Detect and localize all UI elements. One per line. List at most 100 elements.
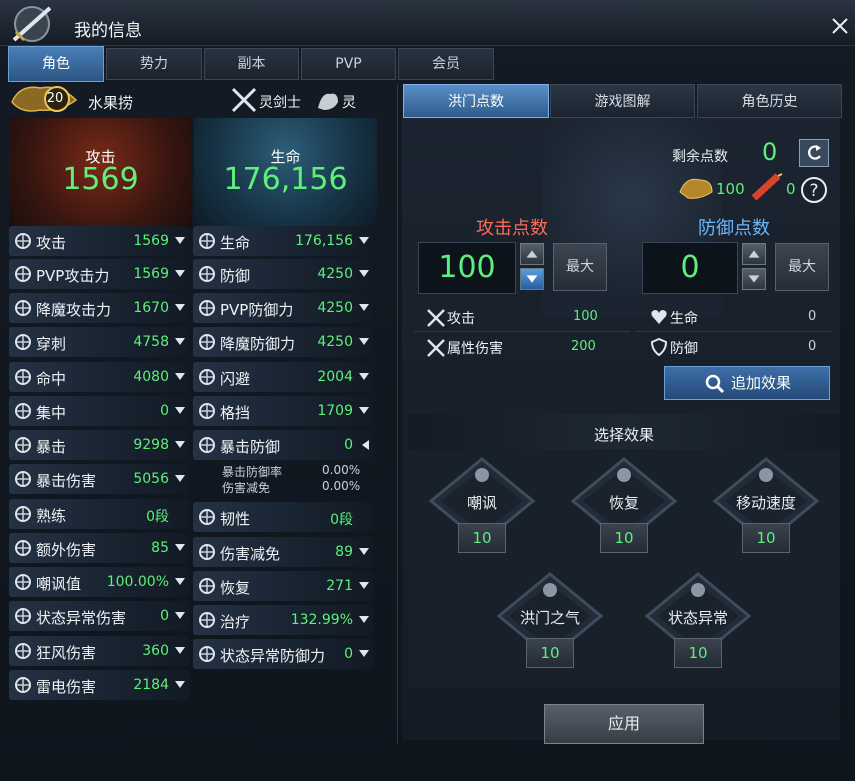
expand-arrow-icon[interactable] [175, 407, 185, 414]
attack-stat-row[interactable]: 狂风伤害 360 [9, 636, 189, 666]
stat-name: 暴击伤害 [36, 472, 97, 490]
defense-stat-row[interactable]: 伤害减免 89 [193, 537, 373, 567]
add-effect-button[interactable]: 追加效果 [664, 366, 830, 400]
defense-stat-row[interactable]: 暴击防御 0 [193, 430, 373, 460]
defense-stat-row[interactable]: PVP防御力 4250 [193, 293, 373, 323]
expand-arrow-icon[interactable] [362, 440, 369, 450]
effect-value: 10 [674, 638, 722, 668]
attack-stat-row[interactable]: PVP攻击力 1569 [9, 259, 189, 289]
expand-arrow-icon[interactable] [175, 647, 185, 654]
expand-arrow-icon[interactable] [359, 407, 369, 414]
defense-stat-row[interactable]: 韧性 0段 [193, 502, 373, 532]
attack-stat-row[interactable]: 暴击伤害 5056 [9, 464, 189, 494]
attack-max-button[interactable]: 最大 [553, 243, 607, 291]
defense-decrease-button[interactable] [742, 268, 766, 290]
defense-stat-row[interactable]: 生命 176,156 [193, 226, 373, 256]
reset-button[interactable] [799, 139, 829, 167]
expand-arrow-icon[interactable] [359, 304, 369, 311]
stat-name: 狂风伤害 [36, 644, 97, 662]
attack-stat-row[interactable]: 暴击 9298 [9, 430, 189, 460]
attack-effect-value: 100 [573, 309, 598, 324]
attack-stat-row[interactable]: 嘲讽值 100.00% [9, 567, 189, 597]
stat-value: 4250 [317, 300, 353, 316]
tab-hongmen-points[interactable]: 洪门点数 [403, 84, 549, 118]
expand-arrow-icon[interactable] [359, 582, 369, 589]
tab-character-history[interactable]: 角色历史 [697, 84, 842, 118]
demon-attack-icon [15, 300, 31, 316]
expand-arrow-icon[interactable] [175, 681, 185, 688]
tab-faction[interactable]: 势力 [106, 48, 202, 80]
pvp-attack-icon [15, 266, 31, 282]
tab-dungeon[interactable]: 副本 [204, 48, 299, 80]
defense-increase-button[interactable] [742, 243, 766, 265]
expand-arrow-icon[interactable] [175, 612, 185, 619]
shield-icon [650, 338, 668, 356]
attack-stat-row[interactable]: 攻击 1569 [9, 226, 189, 256]
stat-name: PVP防御力 [220, 301, 294, 319]
tab-game-guide[interactable]: 游戏图解 [550, 84, 695, 118]
attack-decrease-button[interactable] [520, 268, 544, 290]
attack-increase-button[interactable] [520, 243, 544, 265]
remaining-points-value: 0 [762, 138, 778, 166]
defense-points-label: 防御点数 [698, 218, 770, 239]
stat-value: 176,156 [295, 233, 353, 249]
attack-stat-row[interactable]: 命中 4080 [9, 362, 189, 392]
defense-stat-row[interactable]: 状态异常防御力 0 [193, 639, 373, 669]
attack-points-value[interactable]: 100 [418, 242, 516, 294]
expand-arrow-icon[interactable] [175, 544, 185, 551]
expand-arrow-icon[interactable] [359, 373, 369, 380]
expand-arrow-icon[interactable] [175, 373, 185, 380]
effect-divider [414, 331, 630, 332]
defense-stat-row[interactable]: 闪避 2004 [193, 362, 373, 392]
tab-vip[interactable]: 会员 [398, 48, 494, 80]
expand-arrow-icon[interactable] [359, 338, 369, 345]
stat-name: 生命 [220, 234, 251, 252]
expand-arrow-icon[interactable] [359, 270, 369, 277]
stat-name: 格挡 [220, 404, 251, 422]
defense-effect-name: 防御 [670, 341, 698, 357]
defense-stat-row[interactable]: 格挡 1709 [193, 396, 373, 426]
tab-character[interactable]: 角色 [8, 46, 104, 82]
help-icon[interactable]: ? [800, 176, 828, 204]
attack-stat-row[interactable]: 熟练 0段 [9, 499, 189, 529]
attack-stat-row[interactable]: 雷电伤害 2184 [9, 670, 189, 700]
expand-arrow-icon[interactable] [175, 578, 185, 585]
stat-name: 额外伤害 [36, 541, 97, 559]
tab-pvp[interactable]: PVP [301, 48, 396, 80]
hp-summary-value: 176,156 [223, 162, 348, 197]
select-effects-title: 选择效果 [593, 426, 654, 444]
attack-stat-row[interactable]: 穿刺 4758 [9, 327, 189, 357]
expand-arrow-icon[interactable] [175, 338, 185, 345]
expand-arrow-icon[interactable] [359, 650, 369, 657]
attack-stat-row[interactable]: 集中 0 [9, 396, 189, 426]
defense-stat-row[interactable]: 降魔防御力 4250 [193, 327, 373, 357]
expand-arrow-icon[interactable] [175, 475, 185, 482]
attack-points-label: 攻击点数 [476, 218, 548, 239]
recovery-icon [199, 578, 215, 594]
stat-name: 暴击 [36, 438, 67, 456]
defense-points-value[interactable]: 0 [642, 242, 738, 294]
attack-stat-row[interactable]: 额外伤害 85 [9, 533, 189, 563]
attack-stat-row[interactable]: 降魔攻击力 1670 [9, 293, 189, 323]
defense-stat-row[interactable]: 防御 4250 [193, 259, 373, 289]
expand-arrow-icon[interactable] [175, 237, 185, 244]
attack-stat-row[interactable]: 状态异常伤害 0 [9, 601, 189, 631]
close-icon[interactable] [830, 16, 850, 36]
apply-button[interactable]: 应用 [544, 704, 704, 744]
stat-value: 271 [326, 578, 353, 594]
expand-arrow-icon[interactable] [175, 304, 185, 311]
dragon-currency-icon [679, 178, 713, 199]
element-damage-effect-value: 200 [571, 339, 596, 354]
expand-arrow-icon[interactable] [175, 270, 185, 277]
expand-arrow-icon[interactable] [175, 441, 185, 448]
defense-stat-row[interactable]: 治疗 132.99% [193, 605, 373, 635]
expand-arrow-icon[interactable] [359, 616, 369, 623]
expand-arrow-icon[interactable] [359, 548, 369, 555]
defense-max-button[interactable]: 最大 [775, 243, 829, 291]
effect-label: 恢复 [608, 494, 639, 512]
currency-b-value: 0 [786, 180, 796, 198]
defense-stat-row[interactable]: 恢复 271 [193, 571, 373, 601]
title-bar[interactable]: 我的信息 [0, 0, 855, 46]
stat-name: 降魔防御力 [220, 335, 296, 353]
expand-arrow-icon[interactable] [359, 237, 369, 244]
